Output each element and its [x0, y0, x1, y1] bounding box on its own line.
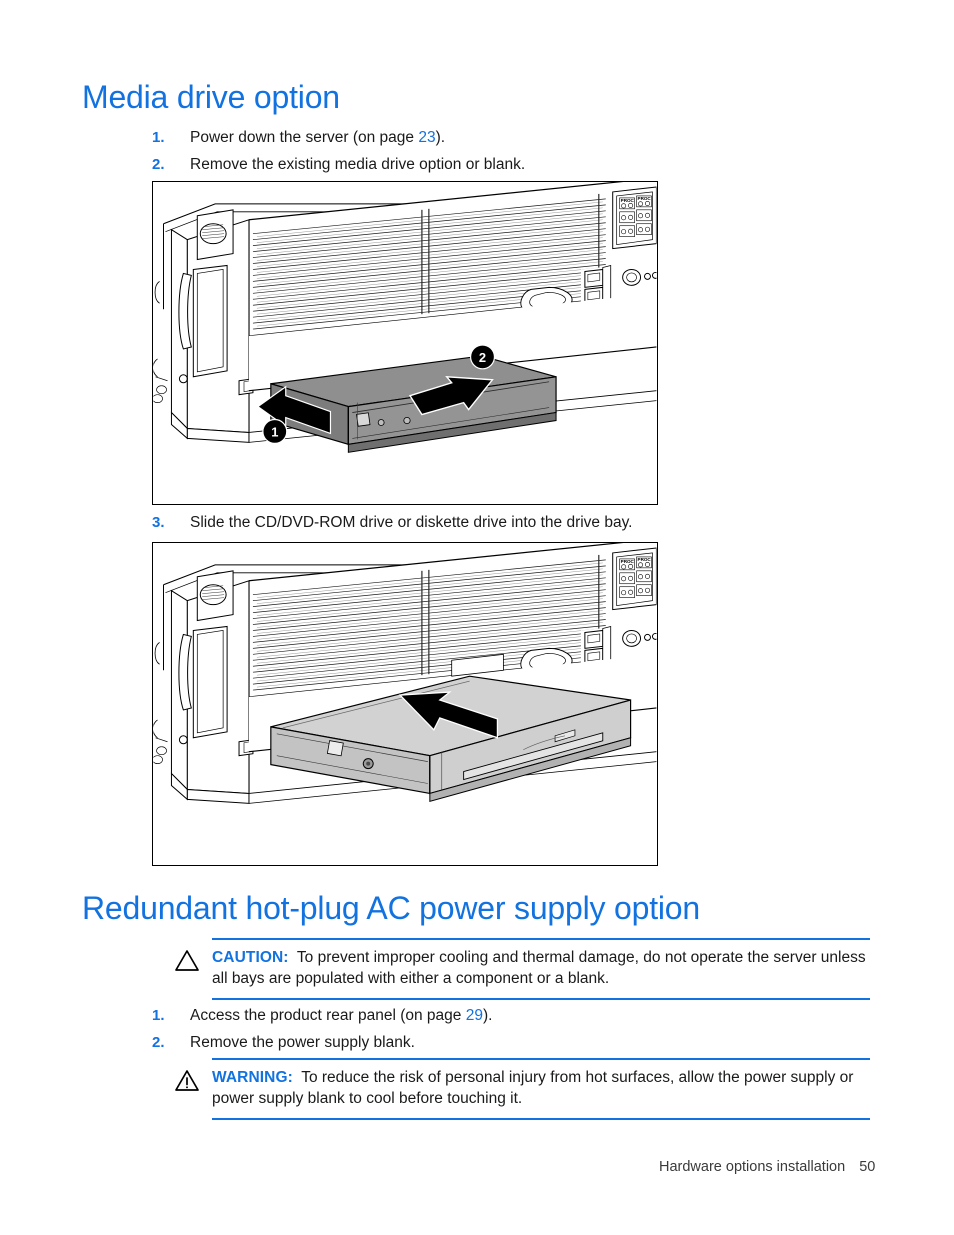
page-cross-reference[interactable]: 29	[466, 1007, 483, 1024]
list-item-step-1: 1. Power down the server (on page 23).	[152, 128, 712, 148]
page-footer: Hardware options installation 50	[659, 1159, 875, 1175]
footer-chapter-title: Hardware options installation	[659, 1159, 846, 1175]
warning-message: To reduce the risk of personal injury fr…	[212, 1069, 854, 1107]
svg-text:2: 2	[479, 350, 486, 365]
figure-media-drive-removal: PROC PROC 2 1	[152, 181, 658, 505]
page-cross-reference[interactable]: 23	[418, 129, 435, 146]
list-item-psu-step-1: 1. Access the product rear panel (on pag…	[152, 1006, 712, 1026]
warning-triangle-exclamation-icon	[174, 1069, 200, 1093]
list-item-psu-step-2: 2. Remove the power supply blank.	[152, 1033, 712, 1053]
page-title-media-drive-option: Media drive option	[82, 79, 340, 115]
svg-text:PROC: PROC	[638, 557, 652, 562]
svg-text:PROC: PROC	[638, 196, 652, 201]
svg-text:PROC: PROC	[621, 198, 635, 203]
step-number: 2.	[152, 1034, 165, 1051]
step-text: Power down the server (on page 23).	[190, 129, 446, 146]
step-text: Access the product rear panel (on page 2…	[190, 1007, 493, 1024]
step-number: 1.	[152, 1007, 165, 1024]
document-page: Media drive option 1. Power down the ser…	[0, 0, 954, 1235]
step-number: 2.	[152, 156, 165, 173]
svg-text:1: 1	[271, 424, 278, 439]
list-item-step-2: 2. Remove the existing media drive optio…	[152, 155, 712, 175]
caution-message: To prevent improper cooling and thermal …	[212, 949, 866, 987]
step-text: Slide the CD/DVD-ROM drive or diskette d…	[190, 514, 633, 531]
step-number: 1.	[152, 129, 165, 146]
warning-notice: WARNING: To reduce the risk of personal …	[175, 1058, 870, 1120]
svg-text:PROC: PROC	[621, 559, 635, 564]
list-item-step-3: 3. Slide the CD/DVD-ROM drive or diskett…	[152, 513, 752, 533]
footer-page-number: 50	[859, 1159, 876, 1175]
warning-label: WARNING:	[212, 1069, 293, 1086]
step-number: 3.	[152, 514, 165, 531]
caution-label: CAUTION:	[212, 949, 289, 966]
caution-triangle-icon	[174, 949, 200, 973]
step-text: Remove the existing media drive option o…	[190, 156, 526, 173]
warning-text: WARNING: To reduce the risk of personal …	[212, 1060, 870, 1118]
figure-media-drive-insertion: PROC PROC	[152, 542, 658, 866]
step-text: Remove the power supply blank.	[190, 1034, 415, 1051]
caution-notice: CAUTION: To prevent improper cooling and…	[175, 938, 870, 1000]
caution-text: CAUTION: To prevent improper cooling and…	[212, 940, 870, 998]
page-title-power-supply-option: Redundant hot-plug AC power supply optio…	[82, 890, 701, 926]
